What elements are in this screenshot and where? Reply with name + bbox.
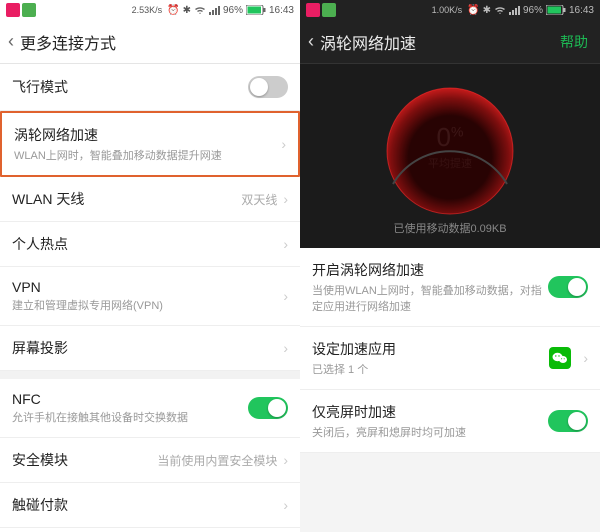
row-subtitle: 允许手机在接触其他设备时交换数据	[12, 409, 248, 425]
battery-icon	[246, 5, 266, 15]
status-bar: 2.53K/s ⏰ ✱ 96% 16:43	[0, 0, 300, 20]
row-hotspot[interactable]: 个人热点 ›	[0, 222, 300, 267]
row-screen-cast[interactable]: 屏幕投影 ›	[0, 326, 300, 371]
status-speed: 1.00K/s	[432, 5, 463, 15]
row-wlan-antenna[interactable]: WLAN 天线 双天线 ›	[0, 177, 300, 222]
settings-list: 开启涡轮网络加速 当使用WLAN上网时，智能叠加移动数据，对指定应用进行网络加速…	[300, 248, 600, 532]
chevron-right-icon: ›	[283, 452, 288, 468]
alarm-icon: ⏰	[167, 5, 179, 16]
status-speed: 2.53K/s	[132, 5, 163, 15]
row-title: 飞行模式	[12, 77, 248, 97]
row-subtitle: 建立和管理虚拟专用网络(VPN)	[12, 297, 277, 313]
row-title: VPN	[12, 279, 277, 295]
data-usage-text: 已使用移动数据0.09KB	[393, 220, 506, 240]
status-battery-pct: 96%	[523, 5, 543, 16]
wifi-icon	[194, 5, 206, 15]
phone-right: 1.00K/s ⏰ ✱ 96% 16:43 ‹ 涡轮网络加速 帮助	[300, 0, 600, 532]
row-airplane-mode[interactable]: 飞行模式	[0, 64, 300, 111]
status-time: 16:43	[569, 5, 594, 16]
back-icon[interactable]: ‹	[8, 31, 14, 52]
row-turbo-network[interactable]: 涡轮网络加速 WLAN上网时，智能叠加移动数据提升网速 ›	[0, 111, 300, 177]
row-tap-pay[interactable]: 触碰付款 ›	[0, 483, 300, 528]
row-subtitle: 当使用WLAN上网时，智能叠加移动数据，对指定应用进行网络加速	[312, 282, 548, 314]
row-title: 仅亮屏时加速	[312, 402, 548, 422]
page-header: ‹ 更多连接方式	[0, 20, 300, 64]
row-title: 个人热点	[12, 234, 277, 254]
row-subtitle: 已选择 1 个	[312, 361, 549, 377]
row-security-module[interactable]: 安全模块 当前使用内置安全模块 ›	[0, 438, 300, 483]
phone-left: 2.53K/s ⏰ ✱ 96% 16:43 ‹ 更多连接方式 飞行模式 涡轮网络…	[0, 0, 300, 532]
app-badge-icon	[6, 3, 20, 17]
row-enable-turbo[interactable]: 开启涡轮网络加速 当使用WLAN上网时，智能叠加移动数据，对指定应用进行网络加速	[300, 248, 600, 327]
speed-gauge-panel: 0% 平均提速 已使用移动数据0.09KB	[300, 64, 600, 248]
status-time: 16:43	[269, 5, 294, 16]
battery-icon	[546, 5, 566, 15]
row-title: 开启涡轮网络加速	[312, 260, 548, 280]
bright-only-toggle[interactable]	[548, 410, 588, 432]
app-badge-icon	[22, 3, 36, 17]
chevron-right-icon: ›	[283, 236, 288, 252]
chevron-right-icon: ›	[281, 136, 286, 152]
page-title: 涡轮网络加速	[320, 30, 416, 54]
row-title: 触碰付款	[12, 495, 277, 515]
row-title: 设定加速应用	[312, 339, 549, 359]
row-title: NFC	[12, 391, 248, 407]
signal-icon	[209, 5, 220, 15]
row-subtitle: 关闭后，亮屏和熄屏时均可加速	[312, 424, 548, 440]
back-icon[interactable]: ‹	[308, 31, 314, 52]
app-badge-icon	[306, 3, 320, 17]
speed-gauge: 0% 平均提速	[360, 76, 540, 216]
row-title: 涡轮网络加速	[14, 125, 275, 145]
row-value: 双天线	[241, 191, 277, 208]
section-gap	[0, 371, 300, 379]
row-title: WLAN 天线	[12, 189, 241, 209]
row-vpn[interactable]: VPN 建立和管理虚拟专用网络(VPN) ›	[0, 267, 300, 326]
row-title: 安全模块	[12, 450, 157, 470]
page-title: 更多连接方式	[20, 30, 116, 54]
row-title: 屏幕投影	[12, 338, 277, 358]
chevron-right-icon: ›	[283, 340, 288, 356]
bluetooth-icon: ✱	[183, 5, 191, 16]
nfc-toggle[interactable]	[248, 397, 288, 419]
chevron-right-icon: ›	[583, 350, 588, 366]
settings-list: 飞行模式 涡轮网络加速 WLAN上网时，智能叠加移动数据提升网速 › WLAN …	[0, 64, 300, 532]
row-bright-screen-only[interactable]: 仅亮屏时加速 关闭后，亮屏和熄屏时均可加速	[300, 390, 600, 453]
airplane-toggle[interactable]	[248, 76, 288, 98]
wechat-icon	[549, 347, 571, 369]
chevron-right-icon: ›	[283, 497, 288, 513]
status-bar: 1.00K/s ⏰ ✱ 96% 16:43	[300, 0, 600, 20]
alarm-icon: ⏰	[467, 5, 479, 16]
help-button[interactable]: 帮助	[556, 32, 592, 52]
signal-icon	[509, 5, 520, 15]
bluetooth-icon: ✱	[483, 5, 491, 16]
status-battery-pct: 96%	[223, 5, 243, 16]
chevron-right-icon: ›	[283, 288, 288, 304]
wifi-icon	[494, 5, 506, 15]
page-header: ‹ 涡轮网络加速 帮助	[300, 20, 600, 64]
app-badge-icon	[322, 3, 336, 17]
row-select-apps[interactable]: 设定加速应用 已选择 1 个 ›	[300, 327, 600, 390]
row-nfc[interactable]: NFC 允许手机在接触其他设备时交换数据	[0, 379, 300, 438]
enable-turbo-toggle[interactable]	[548, 276, 588, 298]
row-subtitle: WLAN上网时，智能叠加移动数据提升网速	[14, 147, 275, 163]
row-value: 当前使用内置安全模块	[157, 452, 277, 469]
chevron-right-icon: ›	[283, 191, 288, 207]
